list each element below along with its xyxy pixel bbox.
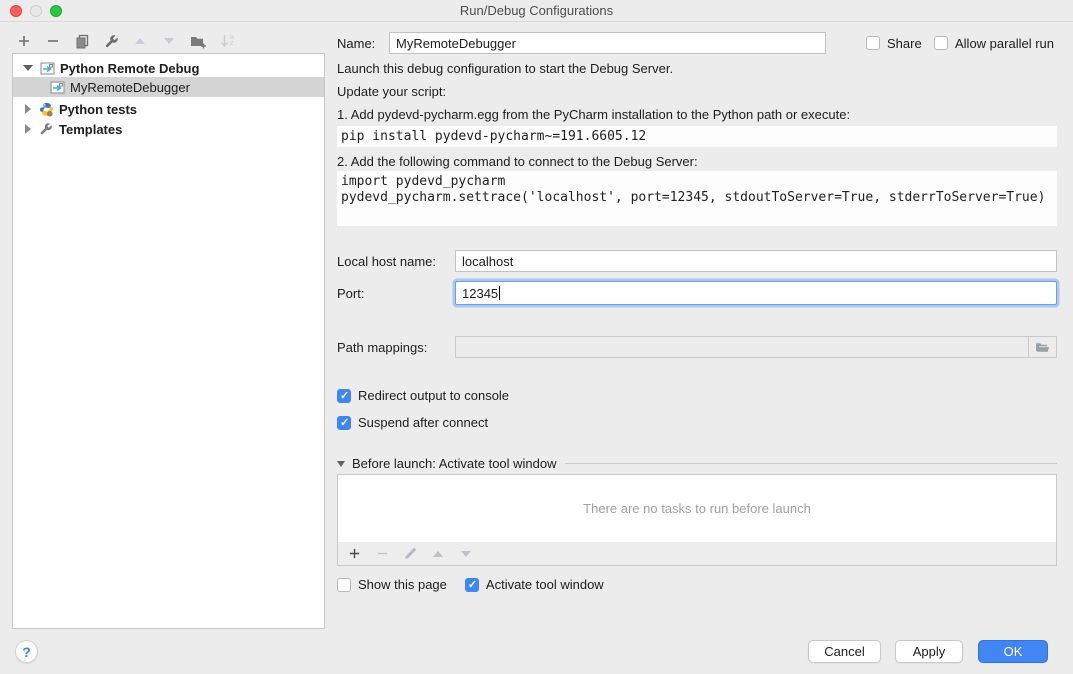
remote-debug-config-icon [49,79,65,95]
zoom-window-button[interactable] [50,5,62,17]
folder-open-icon [1035,341,1050,353]
suspend-after-connect-checkbox-box[interactable] [337,416,351,430]
sidebar-item-templates[interactable]: Templates [13,119,324,139]
close-window-button[interactable] [10,5,22,17]
name-input[interactable]: MyRemoteDebugger [389,32,826,54]
cancel-label: Cancel [824,644,864,659]
show-this-page-checkbox[interactable]: Show this page [337,577,447,592]
before-launch-title: Before launch: Activate tool window [352,456,557,471]
allow-parallel-run-checkbox-box[interactable] [934,36,948,50]
name-label: Name: [337,36,375,51]
sidebar-item-myremotedebugger[interactable]: MyRemoteDebugger [13,77,324,97]
activate-tool-window-checkbox-box[interactable] [465,578,479,592]
sidebar-item-python-remote-debug[interactable]: Python Remote Debug [13,58,324,78]
suspend-after-connect-label: Suspend after connect [358,415,488,430]
python-tests-icon [38,101,54,117]
show-this-page-label: Show this page [358,577,447,592]
allow-parallel-run-checkbox[interactable]: Allow parallel run [934,36,1054,51]
edit-task-icon [402,546,418,562]
configurations-tree: Python Remote Debug MyRemoteDebugger Pyt… [12,53,325,629]
remove-configuration-button[interactable] [43,31,63,51]
browse-path-mappings-button[interactable] [1028,337,1056,357]
share-checkbox-box[interactable] [866,36,880,50]
move-up-icon [130,31,150,51]
tree-item-label: Python Remote Debug [60,61,199,76]
ok-label: OK [1004,644,1023,659]
pip-command-code: pip install pydevd-pycharm~=191.6605.12 [337,126,1057,147]
chevron-collapsed-icon[interactable] [25,124,31,134]
allow-parallel-run-label: Allow parallel run [955,36,1054,51]
copy-configuration-icon[interactable] [72,31,92,51]
minimize-window-button[interactable] [30,5,42,17]
remote-debug-config-icon [39,60,55,76]
window-controls [10,5,62,17]
show-this-page-checkbox-box[interactable] [337,578,351,592]
update-script-text: Update your script: [337,84,446,99]
code-line-1: import pydevd_pycharm [341,174,1053,190]
tree-item-label: Templates [59,122,122,137]
launch-instruction-text: Launch this debug configuration to start… [337,61,673,76]
tree-item-label: MyRemoteDebugger [70,80,190,95]
move-task-down-icon [458,546,474,562]
share-checkbox[interactable]: Share [866,36,922,51]
pip-command-text: pip install pydevd-pycharm~=191.6605.12 [341,129,646,144]
add-configuration-button[interactable] [14,31,34,51]
cancel-button[interactable]: Cancel [808,640,881,663]
redirect-output-checkbox[interactable]: Redirect output to console [337,388,1057,403]
title-bar: Run/Debug Configurations [0,0,1073,22]
path-mappings-label: Path mappings: [337,340,427,355]
local-host-input[interactable]: localhost [455,250,1057,272]
suspend-after-connect-checkbox[interactable]: Suspend after connect [337,415,1057,430]
apply-button[interactable]: Apply [895,640,963,663]
configurations-toolbar: az [14,30,237,52]
path-mappings-input[interactable] [455,336,1057,358]
sort-alphabetically-icon: az [217,31,237,51]
before-launch-task-list[interactable]: There are no tasks to run before launch [337,474,1057,543]
move-task-up-icon [430,546,446,562]
edit-templates-icon[interactable] [101,31,121,51]
local-host-label: Local host name: [337,254,436,269]
settrace-code-block: import pydevd_pycharm pydevd_pycharm.set… [337,171,1057,226]
window-title: Run/Debug Configurations [460,3,613,18]
name-value: MyRemoteDebugger [396,36,516,51]
activate-tool-window-checkbox[interactable]: Activate tool window [465,577,604,592]
wrench-icon [38,121,54,137]
apply-label: Apply [913,644,946,659]
code-line-2: pydevd_pycharm.settrace('localhost', por… [341,190,1053,206]
empty-tasks-text: There are no tasks to run before launch [583,501,811,516]
move-down-icon [159,31,179,51]
ok-button[interactable]: OK [978,640,1048,663]
step1-text: 1. Add pydevd-pycharm.egg from the PyCha… [337,107,850,122]
chevron-expanded-icon[interactable] [337,461,345,467]
redirect-output-label: Redirect output to console [358,388,509,403]
before-launch-toolbar [337,542,1057,566]
help-label: ? [22,644,31,660]
activate-tool-window-label: Activate tool window [486,577,604,592]
new-folder-icon[interactable] [188,31,208,51]
before-launch-section-header[interactable]: Before launch: Activate tool window [337,456,1057,471]
sidebar-item-python-tests[interactable]: Python tests [13,99,324,119]
redirect-output-checkbox-box[interactable] [337,389,351,403]
port-label: Port: [337,286,364,301]
help-button[interactable]: ? [15,640,38,663]
section-rule [565,463,1057,464]
chevron-collapsed-icon[interactable] [25,104,31,114]
share-label: Share [887,36,922,51]
tree-item-label: Python tests [59,102,137,117]
text-caret [499,286,500,300]
local-host-value: localhost [462,254,513,269]
add-task-button[interactable] [346,546,362,562]
chevron-expanded-icon[interactable] [23,65,33,71]
port-input[interactable]: 12345 [455,281,1057,305]
step2-text: 2. Add the following command to connect … [337,154,698,169]
remove-task-icon [374,546,390,562]
port-value: 12345 [462,286,498,301]
